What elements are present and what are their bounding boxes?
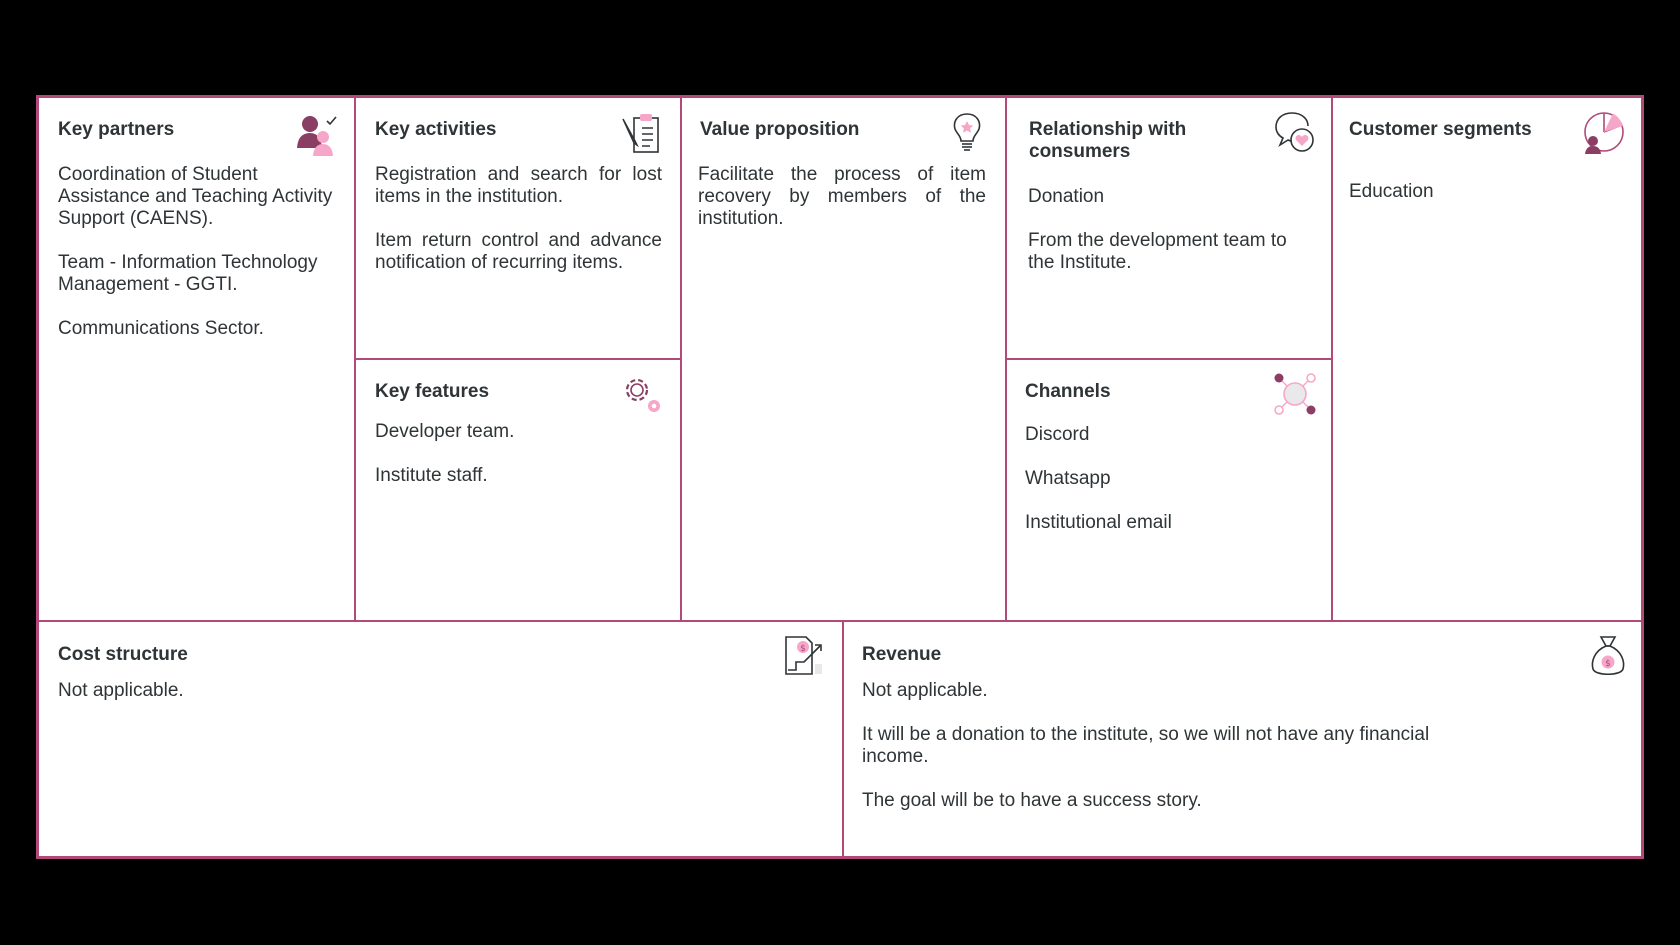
value-proposition-list: Facilitate the process of item recovery …	[698, 164, 986, 230]
channels-list: Discord Whatsapp Institutional email	[1025, 424, 1310, 534]
list-item: It will be a donation to the institute, …	[862, 724, 1430, 767]
list-item: Not applicable.	[862, 680, 988, 701]
value-proposition-title: Value proposition	[700, 119, 860, 140]
key-features-list: Developer team. Institute staff.	[375, 421, 662, 487]
customer-segments-list: Education	[1349, 181, 1624, 203]
customer-segments-block: Customer segments Education	[1333, 98, 1641, 620]
revenue-list: Not applicable. It will be a donation to…	[862, 680, 1482, 812]
list-item: Education	[1349, 181, 1434, 202]
list-item: Institute staff.	[375, 465, 488, 486]
clipboard-icon	[622, 114, 659, 153]
relationship-block: Relationship with consumers Donation Fro…	[1007, 98, 1331, 358]
list-item: Whatsapp	[1025, 468, 1111, 489]
channels-title: Channels	[1025, 381, 1111, 402]
list-item: Coordination of Student Assistance and T…	[58, 164, 333, 229]
svg-text:$: $	[1605, 659, 1611, 669]
value-proposition-block: Value proposition Facilitate the process…	[682, 98, 1005, 620]
list-item: Item return control and advance notifica…	[375, 230, 662, 273]
list-item: The goal will be to have a success story…	[862, 790, 1202, 811]
key-features-title: Key features	[375, 381, 490, 402]
svg-text:$: $	[800, 644, 806, 654]
relationship-title: Relationship with consumers	[1029, 119, 1187, 162]
list-item: Registration and search for lost items i…	[375, 164, 662, 207]
list-item: Communications Sector.	[58, 318, 264, 339]
cost-chart-icon: $	[785, 636, 822, 675]
cost-structure-block: Cost structure $ Not applicable.	[39, 622, 842, 856]
partners-icon	[297, 116, 337, 156]
list-item: Discord	[1025, 424, 1090, 445]
revenue-block: Revenue $ Not applicable. It will be a d…	[844, 622, 1641, 856]
key-partners-block: Key partners Coordination of Student Ass…	[39, 98, 354, 620]
business-model-canvas: Key partners Coordination of Student Ass…	[36, 95, 1644, 859]
pie-user-icon	[1584, 112, 1624, 154]
gears-icon	[625, 378, 660, 412]
list-item: Developer team.	[375, 421, 515, 442]
key-activities-block: Key activities Registration and search f…	[356, 98, 680, 358]
list-item: Donation	[1028, 186, 1105, 207]
key-activities-list: Registration and search for lost items i…	[375, 164, 662, 274]
channels-block: Channels Discord Whatsapp Institutional …	[1007, 360, 1331, 620]
list-item: Facilitate the process of item recovery …	[698, 164, 986, 229]
lightbulb-icon	[953, 113, 981, 151]
list-item: From the development team to the Institu…	[1028, 230, 1287, 273]
revenue-title: Revenue	[862, 644, 942, 665]
key-partners-list: Coordination of Student Assistance and T…	[58, 164, 338, 340]
customer-segments-title: Customer segments	[1349, 119, 1532, 140]
cost-structure-list: Not applicable.	[58, 680, 758, 702]
list-item: Team - Information Technology Management…	[58, 252, 318, 295]
key-activities-title: Key activities	[375, 119, 497, 140]
network-icon	[1274, 373, 1316, 415]
list-item: Institutional email	[1025, 512, 1172, 533]
money-bag-icon: $	[1591, 636, 1625, 676]
chat-heart-icon	[1275, 112, 1314, 152]
list-item: Not applicable.	[58, 680, 184, 701]
key-partners-title: Key partners	[58, 119, 175, 140]
relationship-list: Donation From the development team to th…	[1028, 186, 1313, 274]
cost-structure-title: Cost structure	[58, 644, 188, 665]
key-features-block: Key features Developer team. Institute s…	[356, 360, 680, 620]
